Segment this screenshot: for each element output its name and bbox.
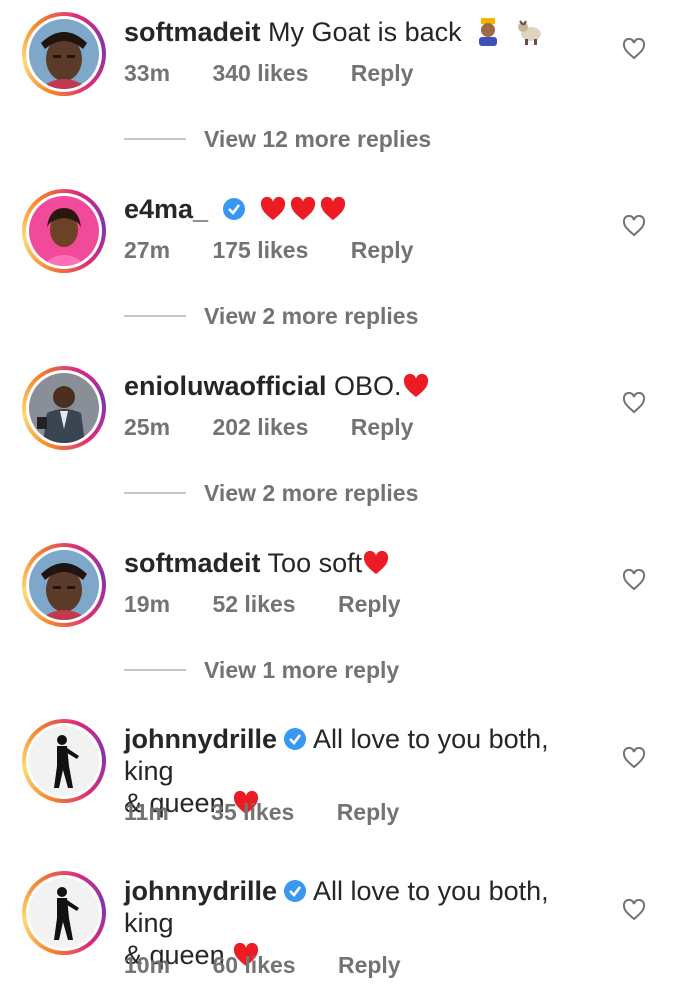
comment-username[interactable]: johnnydrille (124, 876, 277, 906)
comment-likes[interactable]: 175 likes (212, 237, 308, 263)
comment-likes[interactable]: 60 likes (212, 952, 295, 978)
reply-button[interactable]: Reply (351, 237, 414, 263)
comment-text: My Goat is back (268, 17, 462, 47)
comment-time: 10m (124, 952, 171, 978)
like-heart-outline-icon[interactable] (622, 569, 646, 591)
goat-emoji-icon (511, 17, 545, 47)
comment-likes[interactable]: 52 likes (212, 591, 295, 617)
comment-likes[interactable]: 340 likes (212, 60, 308, 86)
like-heart-outline-icon[interactable] (622, 899, 646, 921)
comment-time: 11m (124, 799, 169, 825)
view-replies-button[interactable]: View 1 more reply (124, 655, 399, 685)
reply-button[interactable]: Reply (337, 799, 400, 825)
avatar-johnnydrille[interactable] (22, 871, 106, 955)
reply-button[interactable]: Reply (338, 952, 401, 978)
view-replies-label: View 1 more reply (204, 656, 400, 683)
view-replies-button[interactable]: View 2 more replies (124, 478, 418, 508)
like-heart-outline-icon[interactable] (622, 747, 646, 769)
view-replies-label: View 2 more replies (204, 479, 419, 506)
three-hearts-emoji-icon (259, 194, 349, 224)
like-heart-outline-icon[interactable] (622, 215, 646, 237)
comment-time: 19m (124, 591, 171, 617)
avatar-e4ma[interactable] (22, 189, 106, 273)
prince-emoji-icon (469, 17, 511, 47)
reply-button[interactable]: Reply (338, 591, 401, 617)
reply-button[interactable]: Reply (351, 60, 414, 86)
avatar-softmadeit[interactable] (22, 543, 106, 627)
avatar-johnnydrille[interactable] (22, 719, 106, 803)
comment-time: 33m (124, 60, 171, 86)
like-heart-outline-icon[interactable] (622, 392, 646, 414)
verified-badge-icon (284, 880, 307, 902)
view-replies-label: View 2 more replies (204, 302, 419, 329)
view-replies-button[interactable]: View 12 more replies (124, 124, 431, 154)
avatar-softmadeit[interactable] (22, 12, 106, 96)
avatar-enioluwaofficial[interactable] (22, 366, 106, 450)
comment-text: OBO. (334, 371, 402, 401)
comment-username[interactable]: e4ma_ (124, 194, 208, 224)
view-replies-button[interactable]: View 2 more replies (124, 301, 418, 331)
comment-likes[interactable]: 202 likes (212, 414, 308, 440)
view-replies-label: View 12 more replies (204, 125, 432, 152)
like-heart-outline-icon[interactable] (622, 38, 646, 60)
comment-likes[interactable]: 35 likes (211, 799, 294, 825)
comment-username[interactable]: softmadeit (124, 17, 261, 47)
red-heart-emoji (364, 550, 389, 574)
comment-username[interactable]: enioluwaofficial (124, 371, 327, 401)
verified-badge-icon (284, 728, 307, 750)
verified-badge-icon (222, 198, 245, 220)
reply-button[interactable]: Reply (351, 414, 414, 440)
red-heart-emoji (403, 373, 428, 397)
comment-username[interactable]: softmadeit (124, 548, 261, 578)
comment-time: 25m (124, 414, 171, 440)
comment-username[interactable]: johnnydrille (124, 724, 277, 754)
comment-time: 27m (124, 237, 171, 263)
comment-text: Too soft (267, 548, 363, 578)
